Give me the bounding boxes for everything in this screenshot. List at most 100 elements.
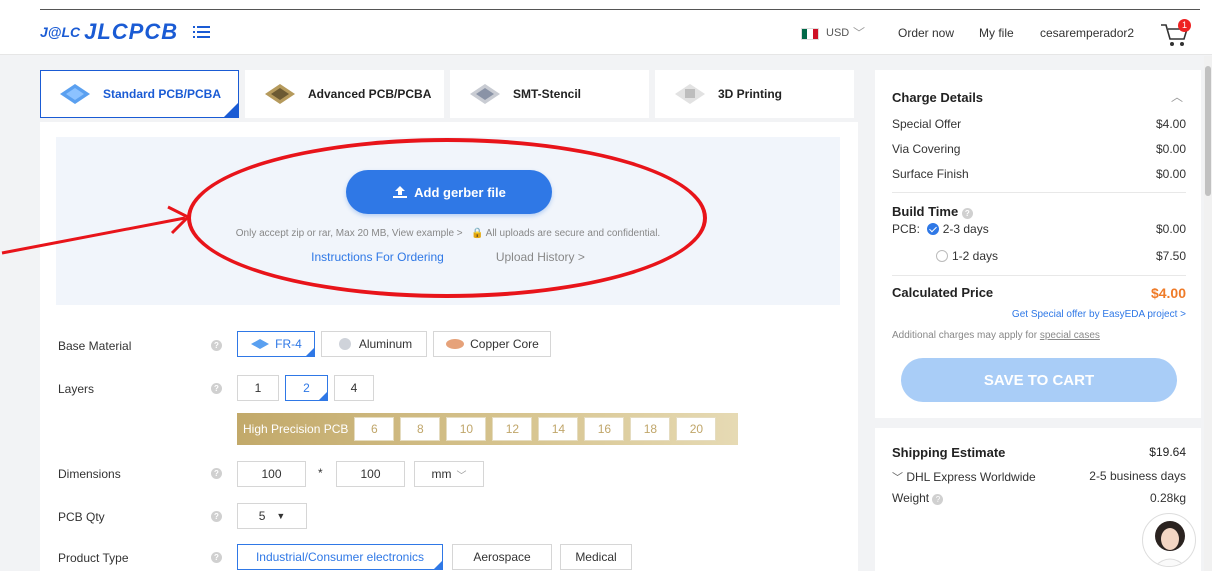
height-input[interactable]: 100 bbox=[336, 461, 405, 487]
my-file-link[interactable]: My file bbox=[979, 26, 1014, 40]
help-icon[interactable]: ? bbox=[961, 208, 973, 219]
option-label: 1 bbox=[254, 381, 262, 395]
user-account-link[interactable]: cesaremperador2 bbox=[1040, 26, 1134, 40]
help-icon[interactable]: ? bbox=[211, 468, 222, 479]
stencil-icon bbox=[470, 84, 500, 104]
dimensions-label: Dimensions bbox=[58, 467, 121, 481]
support-agent-icon bbox=[1154, 521, 1186, 566]
jlcpcb-logo[interactable]: J@LC JLCPCB bbox=[40, 19, 178, 45]
option-label: 2 bbox=[303, 381, 310, 395]
option-label: Copper Core bbox=[470, 337, 539, 351]
3d-printing-icon bbox=[675, 84, 705, 104]
help-icon[interactable]: ? bbox=[932, 494, 944, 505]
layers-label: Layers bbox=[58, 382, 95, 396]
pcb-qty-select[interactable]: 5 ▼ bbox=[237, 503, 307, 529]
pcb-board-icon bbox=[60, 84, 90, 104]
layers-option-4[interactable]: 4 bbox=[334, 375, 374, 401]
layers-option-6[interactable]: 6 bbox=[354, 417, 395, 441]
chevron-down-icon: ﹀ bbox=[456, 470, 467, 482]
option-label: Aerospace bbox=[473, 550, 531, 564]
divider bbox=[892, 275, 1186, 276]
product-type-industrial[interactable]: Industrial/Consumer electronics bbox=[237, 544, 443, 570]
build-time-label: Build Time bbox=[892, 204, 959, 219]
calculated-price-label: Calculated Price bbox=[892, 285, 994, 300]
tab-label: Standard PCB/PCBA bbox=[103, 87, 222, 101]
product-type-medical[interactable]: Medical bbox=[560, 544, 632, 570]
shipping-header: Shipping Estimate $19.64 bbox=[892, 445, 1186, 460]
option-label: Industrial/Consumer electronics bbox=[255, 550, 425, 564]
cart-count-badge: 1 bbox=[1178, 19, 1191, 32]
width-input[interactable]: 100 bbox=[237, 461, 306, 487]
shipping-carrier: DHL Express Worldwide bbox=[906, 470, 1036, 484]
currency-selector[interactable]: USD bbox=[826, 27, 849, 39]
layers-option-20[interactable]: 20 bbox=[676, 417, 717, 441]
scrollbar-thumb[interactable] bbox=[1205, 66, 1211, 196]
radio-unselected-icon[interactable] bbox=[936, 250, 948, 262]
chevron-down-icon[interactable]: ﹀ bbox=[853, 24, 865, 41]
option-label: Aluminum bbox=[358, 337, 413, 351]
help-icon[interactable]: ? bbox=[211, 552, 222, 563]
additional-charges-text: Additional charges may apply for bbox=[892, 330, 1040, 341]
build-time-option[interactable]: 1-2 days $7.50 bbox=[892, 249, 1186, 263]
chevron-up-icon[interactable]: ︿ bbox=[1171, 88, 1183, 105]
build-time-option-label: 2-3 days bbox=[942, 222, 989, 236]
caret-down-icon: ▼ bbox=[276, 511, 286, 521]
charge-row-label: Surface Finish bbox=[892, 167, 969, 181]
high-precision-pcb-bar: High Precision PCB 6 8 10 12 14 16 18 20 bbox=[237, 413, 738, 445]
help-icon[interactable]: ? bbox=[211, 340, 222, 351]
chevron-down-icon[interactable]: ﹀ bbox=[892, 472, 903, 484]
help-icon[interactable]: ? bbox=[211, 511, 222, 522]
option-label: FR-4 bbox=[275, 337, 302, 351]
product-type-label: Product Type bbox=[58, 551, 129, 565]
high-precision-label: High Precision PCB bbox=[243, 422, 349, 436]
layers-option-1[interactable]: 1 bbox=[237, 375, 279, 401]
top-border-line bbox=[40, 9, 1200, 10]
copper-core-icon bbox=[446, 339, 465, 349]
layers-option-12[interactable]: 12 bbox=[492, 417, 533, 441]
tab-3d-printing[interactable]: 3D Printing bbox=[655, 70, 854, 118]
charge-details-title: Charge Details bbox=[892, 90, 984, 105]
calculated-price-value: $4.00 bbox=[1150, 285, 1186, 301]
save-to-cart-button[interactable]: SAVE TO CART bbox=[901, 358, 1177, 402]
layers-option-14[interactable]: 14 bbox=[538, 417, 579, 441]
base-material-aluminum[interactable]: Aluminum bbox=[321, 331, 427, 357]
option-label: 4 bbox=[350, 381, 358, 395]
tab-label: 3D Printing bbox=[718, 87, 783, 101]
base-material-copper-core[interactable]: Copper Core bbox=[433, 331, 551, 357]
build-time-title: Build Time ? bbox=[892, 204, 973, 219]
order-now-link[interactable]: Order now bbox=[898, 26, 954, 40]
charge-details-panel: Charge Details ︿ Special Offer $4.00 Via… bbox=[875, 70, 1201, 418]
tab-advanced-pcb[interactable]: Advanced PCB/PCBA bbox=[245, 70, 444, 118]
layers-option-16[interactable]: 16 bbox=[584, 417, 625, 441]
base-material-label: Base Material bbox=[58, 339, 132, 353]
support-agent-avatar[interactable] bbox=[1142, 513, 1196, 567]
easyeda-offer-link[interactable]: Get Special offer by EasyEDA project > bbox=[1012, 309, 1186, 320]
base-material-fr4[interactable]: FR-4 bbox=[237, 331, 315, 357]
mexico-flag-icon[interactable] bbox=[801, 28, 819, 40]
divider bbox=[892, 192, 1186, 193]
unit-select[interactable]: mm ﹀ bbox=[414, 461, 484, 487]
special-cases-link[interactable]: special cases bbox=[1040, 330, 1100, 341]
build-time-option-label: 1-2 days bbox=[952, 249, 999, 263]
layers-option-2[interactable]: 2 bbox=[285, 375, 328, 401]
unit-value: mm bbox=[431, 467, 452, 481]
layers-option-8[interactable]: 8 bbox=[400, 417, 441, 441]
pcb-qty-label: PCB Qty bbox=[58, 510, 105, 524]
radio-selected-icon[interactable] bbox=[926, 223, 939, 235]
shipping-carrier-row[interactable]: ﹀ DHL Express Worldwide 2-5 business day… bbox=[892, 469, 1186, 485]
charge-row-value: $0.00 bbox=[1155, 142, 1186, 156]
tab-standard-pcb[interactable]: Standard PCB/PCBA bbox=[40, 70, 239, 118]
help-icon[interactable]: ? bbox=[211, 383, 222, 394]
build-time-option[interactable]: PCB: 2-3 days $0.00 bbox=[892, 222, 1186, 236]
build-time-option-price: $0.00 bbox=[1155, 222, 1186, 236]
dimension-separator: * bbox=[318, 466, 323, 480]
weight-value: 0.28kg bbox=[1149, 491, 1186, 505]
layers-option-18[interactable]: 18 bbox=[630, 417, 671, 441]
charge-row: Via Covering $0.00 bbox=[892, 142, 1186, 156]
tab-smt-stencil[interactable]: SMT-Stencil bbox=[450, 70, 649, 118]
product-type-aerospace[interactable]: Aerospace bbox=[452, 544, 552, 570]
shipping-price: $19.64 bbox=[1149, 445, 1186, 459]
menu-list-icon[interactable] bbox=[193, 25, 210, 39]
build-time-option-price: $7.50 bbox=[1155, 249, 1186, 263]
layers-option-10[interactable]: 10 bbox=[446, 417, 487, 441]
